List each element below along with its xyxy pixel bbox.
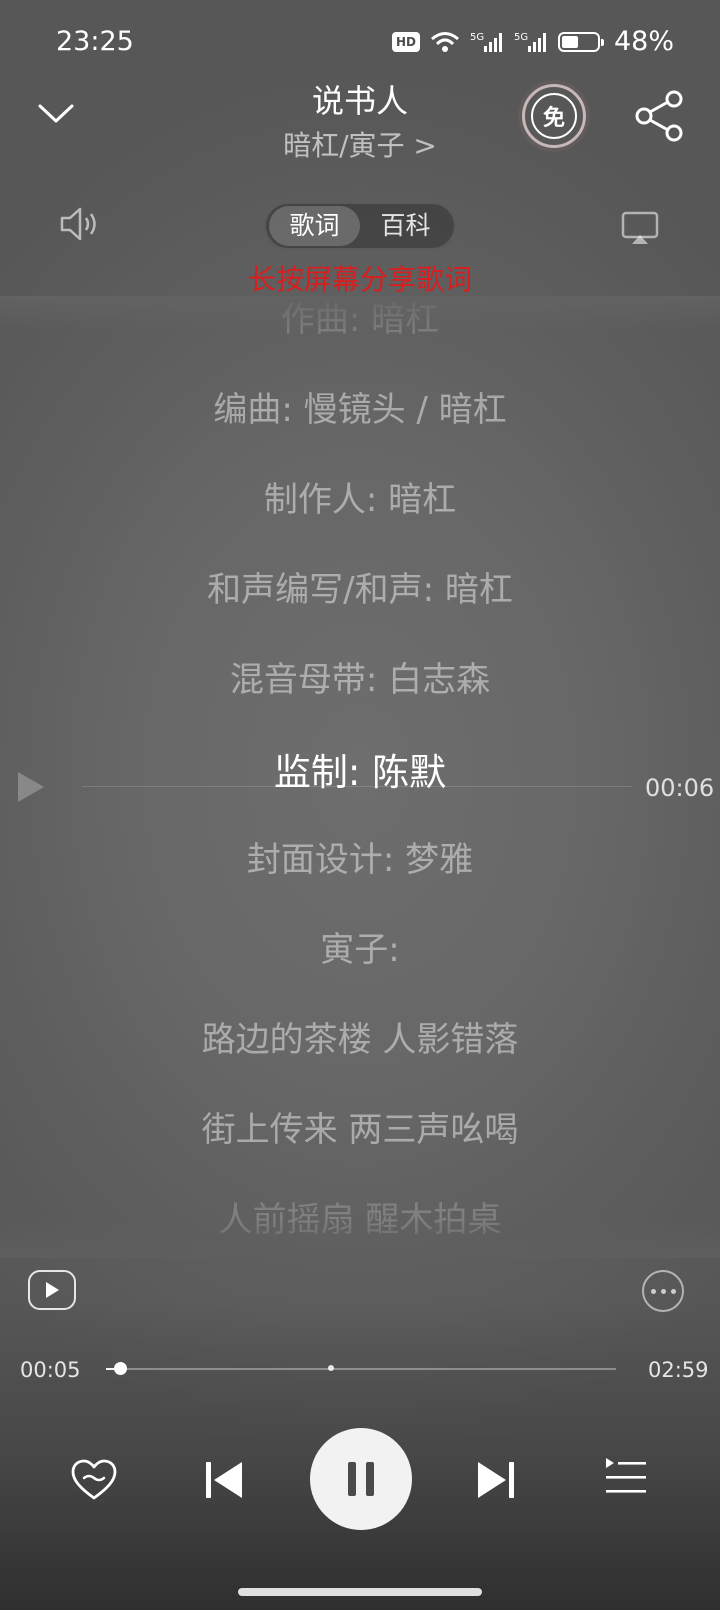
- like-button[interactable]: [70, 1458, 118, 1502]
- progress-slider[interactable]: [106, 1362, 616, 1375]
- playlist-button[interactable]: [604, 1456, 648, 1500]
- time-elapsed: 00:05: [20, 1358, 81, 1382]
- more-dot: [670, 1288, 676, 1294]
- lyric-fade-bottom: [0, 1218, 720, 1258]
- skip-previous-icon: [206, 1462, 242, 1498]
- more-dot: [660, 1288, 666, 1294]
- more-icon[interactable]: [642, 1270, 684, 1312]
- playlist-icon: [606, 1458, 646, 1493]
- lyric-line: 路边的茶楼 人影错落: [201, 1020, 519, 1060]
- home-indicator[interactable]: [238, 1588, 482, 1596]
- lyric-line-current: 监制: 陈默: [273, 751, 447, 794]
- lyric-seek-line: [82, 786, 632, 787]
- pause-button[interactable]: [310, 1428, 412, 1530]
- lyric-line: 寅子:: [320, 930, 400, 970]
- previous-button[interactable]: [202, 1458, 246, 1502]
- heart-icon: [71, 1459, 117, 1500]
- play-from-line-icon[interactable]: [16, 770, 46, 804]
- play-icon: [46, 1282, 59, 1298]
- progress-marker: [328, 1365, 334, 1371]
- lyric-fade-top: [0, 296, 720, 332]
- lyric-seek-time: 00:06: [645, 774, 715, 802]
- lyric-line: 制作人: 暗杠: [263, 480, 457, 520]
- time-total: 02:59: [648, 1358, 709, 1382]
- lyric-line: 和声编写/和声: 暗杠: [207, 570, 513, 610]
- lyrics-list[interactable]: 作曲: 暗杠 编曲: 慢镜头 / 暗杠 制作人: 暗杠 和声编写/和声: 暗杠 …: [0, 0, 720, 1300]
- more-dot: [650, 1288, 656, 1294]
- lyric-line: 封面设计: 梦雅: [246, 840, 474, 880]
- video-play-button[interactable]: [28, 1270, 76, 1310]
- pause-icon: [348, 1462, 374, 1496]
- next-button[interactable]: [474, 1458, 518, 1502]
- lyric-line: 街上传来 两三声吆喝: [201, 1110, 519, 1150]
- lyric-line: 混音母带: 白志森: [229, 660, 491, 700]
- lyric-line: 编曲: 慢镜头 / 暗杠: [213, 390, 507, 430]
- skip-next-icon: [478, 1462, 514, 1498]
